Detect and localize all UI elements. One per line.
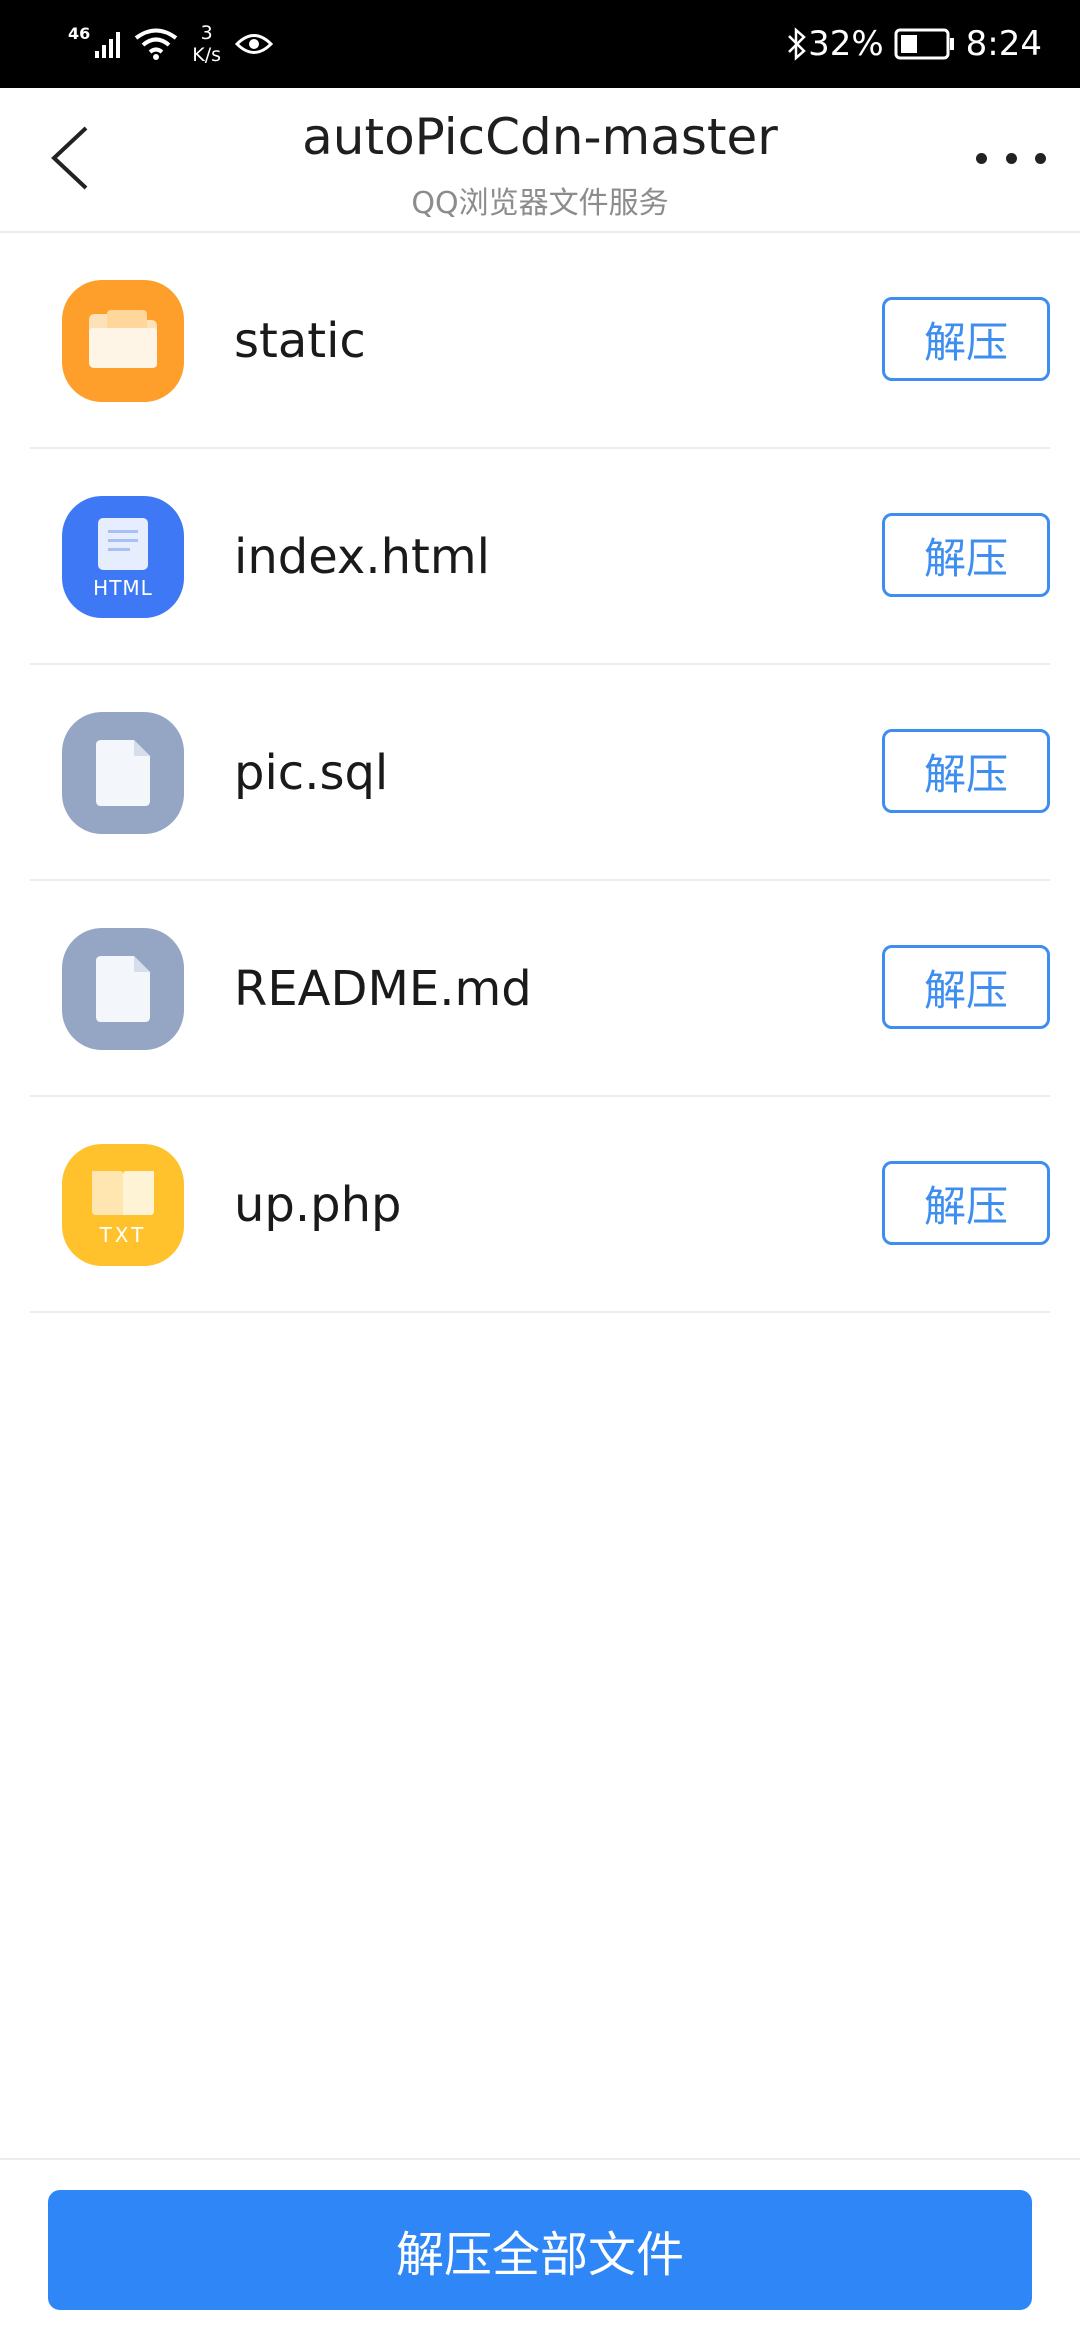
list-item[interactable]: README.md 解压 — [0, 881, 1080, 1097]
extract-button[interactable]: 解压 — [882, 729, 1050, 813]
file-name: up.php — [234, 1177, 402, 1233]
battery-percent: 32% — [808, 24, 884, 64]
icon-label: TXT — [99, 1223, 147, 1247]
page-subtitle: QQ浏览器文件服务 — [411, 186, 669, 221]
eye-icon — [235, 34, 274, 54]
page-title: autoPicCdn-master — [302, 108, 778, 166]
list-item[interactable]: TXT up.php 解压 — [0, 1097, 1080, 1313]
clock: 8:24 — [965, 24, 1042, 64]
status-left: 46 3 K/s — [68, 0, 274, 88]
speed-value: 3 — [200, 22, 213, 44]
extract-button[interactable]: 解压 — [882, 513, 1050, 597]
bluetooth-icon — [788, 27, 806, 61]
battery-icon — [894, 28, 954, 60]
speed-unit: K/s — [192, 44, 222, 66]
extract-button[interactable]: 解压 — [882, 945, 1050, 1029]
signal-icon — [95, 32, 121, 58]
file-name: pic.sql — [234, 745, 389, 801]
txt-file-icon: TXT — [62, 1144, 184, 1266]
status-right: 32% 8:24 — [786, 0, 1042, 88]
extract-all-button[interactable]: 解压全部文件 — [48, 2190, 1032, 2310]
title-bar: autoPicCdn-master QQ浏览器文件服务 — [0, 88, 1080, 233]
extract-button[interactable]: 解压 — [882, 297, 1050, 381]
more-options-button[interactable] — [976, 138, 1046, 178]
list-item[interactable]: static 解压 — [0, 233, 1080, 449]
more-dot-icon — [1005, 152, 1017, 164]
folder-icon — [62, 280, 184, 402]
bottom-bar: 解压全部文件 — [0, 2158, 1080, 2340]
network-type: 46 — [68, 24, 91, 43]
file-name: static — [234, 313, 366, 369]
file-icon — [62, 928, 184, 1050]
network-speed: 3 K/s — [192, 22, 221, 66]
html-file-icon: HTML — [62, 496, 184, 618]
file-icon — [62, 712, 184, 834]
list-item[interactable]: pic.sql 解压 — [0, 665, 1080, 881]
wifi-icon — [135, 28, 178, 60]
extract-button[interactable]: 解压 — [882, 1161, 1050, 1245]
status-bar: 46 3 K/s 32% 8:24 — [0, 0, 1080, 88]
file-name: README.md — [234, 961, 532, 1017]
file-name: index.html — [234, 529, 490, 585]
more-dot-icon — [1035, 152, 1046, 164]
list-item[interactable]: HTML index.html 解压 — [0, 449, 1080, 665]
file-list: static 解压 HTML index.html 解压 pic.sql 解压 — [0, 233, 1080, 1313]
more-dot-icon — [976, 152, 987, 164]
icon-label: HTML — [93, 576, 153, 600]
